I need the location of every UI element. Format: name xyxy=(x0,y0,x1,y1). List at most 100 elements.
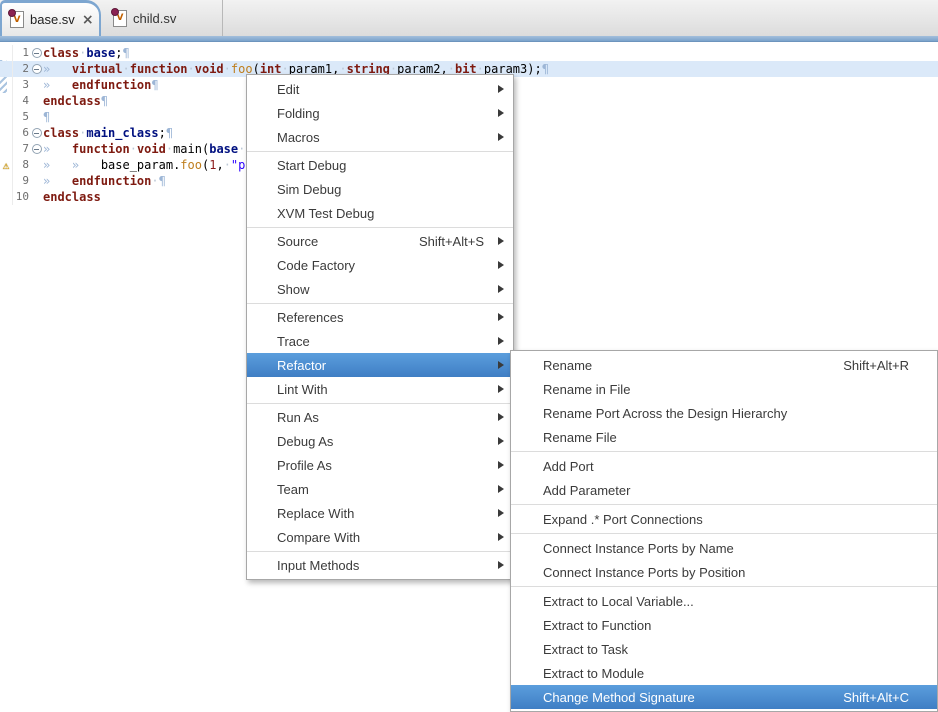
menu-item-label: Extract to Module xyxy=(543,666,644,681)
tab-base-sv[interactable]: V base.sv × xyxy=(0,0,101,36)
menu-item-label: Debug As xyxy=(277,434,333,449)
submenu-arrow-icon xyxy=(498,461,504,469)
menu-item-label: Extract to Function xyxy=(543,618,651,633)
submenu-arrow-icon xyxy=(498,237,504,245)
menu-item-compare-with[interactable]: Compare With xyxy=(247,525,513,549)
close-icon[interactable]: × xyxy=(82,13,94,27)
submenu-item-extract-to-function[interactable]: Extract to Function xyxy=(511,613,937,637)
submenu-item-extract-to-module[interactable]: Extract to Module xyxy=(511,661,937,685)
submenu-arrow-icon xyxy=(498,561,504,569)
menu-item-edit[interactable]: Edit xyxy=(247,77,513,101)
menu-item-show[interactable]: Show xyxy=(247,277,513,301)
systemverilog-file-icon: V xyxy=(10,11,24,28)
fold-gutter xyxy=(30,173,43,189)
line-number: 2 xyxy=(13,61,30,77)
menu-item-replace-with[interactable]: Replace With xyxy=(247,501,513,525)
menu-separator xyxy=(247,403,513,404)
menu-item-refactor[interactable]: Refactor xyxy=(247,353,513,377)
submenu-item-add-port[interactable]: Add Port xyxy=(511,454,937,478)
submenu-arrow-icon xyxy=(498,133,504,141)
fold-gutter xyxy=(30,157,43,173)
submenu-arrow-icon xyxy=(498,313,504,321)
annotation-gutter xyxy=(0,125,13,141)
menu-item-trace[interactable]: Trace xyxy=(247,329,513,353)
annotation-gutter xyxy=(0,45,13,61)
submenu-item-connect-instance-ports-by-position[interactable]: Connect Instance Ports by Position xyxy=(511,560,937,584)
submenu-item-rename-file[interactable]: Rename File xyxy=(511,425,937,449)
menu-item-sim-debug[interactable]: Sim Debug xyxy=(247,177,513,201)
line-number: 6 xyxy=(13,125,30,141)
fold-collapse-icon[interactable] xyxy=(30,45,43,61)
submenu-arrow-icon xyxy=(498,285,504,293)
annotation-gutter xyxy=(0,189,13,205)
menu-item-debug-as[interactable]: Debug As xyxy=(247,429,513,453)
menu-item-label: Rename Port Across the Design Hierarchy xyxy=(543,406,787,421)
menu-item-start-debug[interactable]: Start Debug xyxy=(247,153,513,177)
menu-item-xvm-test-debug[interactable]: XVM Test Debug xyxy=(247,201,513,225)
menu-item-team[interactable]: Team xyxy=(247,477,513,501)
fold-collapse-icon[interactable] xyxy=(30,141,43,157)
menu-item-label: Rename xyxy=(543,358,592,373)
menu-item-lint-with[interactable]: Lint With xyxy=(247,377,513,401)
code-text: class·base;¶ xyxy=(43,45,938,61)
menu-item-label: References xyxy=(277,310,343,325)
line-number: 9 xyxy=(13,173,30,189)
submenu-arrow-icon xyxy=(498,533,504,541)
submenu-item-rename-in-file[interactable]: Rename in File xyxy=(511,377,937,401)
menu-item-label: XVM Test Debug xyxy=(277,206,374,221)
menu-item-references[interactable]: References xyxy=(247,305,513,329)
menu-item-label: Code Factory xyxy=(277,258,355,273)
refactor-submenu: Rename Shift+Alt+R Rename in File Rename Po… xyxy=(510,350,938,712)
systemverilog-file-icon: V xyxy=(113,10,127,27)
line-number: 5 xyxy=(13,109,30,125)
menu-separator xyxy=(247,151,513,152)
menu-item-profile-as[interactable]: Profile As xyxy=(247,453,513,477)
menu-item-folding[interactable]: Folding xyxy=(247,101,513,125)
tab-label: child.sv xyxy=(133,11,176,26)
submenu-item-rename-port-across-the-design-hierarchy[interactable]: Rename Port Across the Design Hierarchy xyxy=(511,401,937,425)
submenu-item-extract-to-task[interactable]: Extract to Task xyxy=(511,637,937,661)
annotation-gutter xyxy=(0,77,13,93)
fold-gutter xyxy=(30,93,43,109)
code-line: 1 class·base;¶ xyxy=(0,45,938,61)
submenu-arrow-icon xyxy=(498,109,504,117)
line-number: 7 xyxy=(13,141,30,157)
submenu-arrow-icon xyxy=(498,437,504,445)
fold-collapse-icon[interactable] xyxy=(30,61,43,77)
menu-item-source[interactable]: SourceShift+Alt+S xyxy=(247,229,513,253)
submenu-item-expand-port-connections[interactable]: Expand .* Port Connections xyxy=(511,507,937,531)
fold-collapse-icon[interactable] xyxy=(30,125,43,141)
menu-item-label: Show xyxy=(277,282,310,297)
menu-item-label: Refactor xyxy=(277,358,326,373)
menu-item-macros[interactable]: Macros xyxy=(247,125,513,149)
submenu-arrow-icon xyxy=(498,509,504,517)
menu-item-shortcut: Shift+Alt+R xyxy=(843,358,909,373)
submenu-item-rename[interactable]: Rename Shift+Alt+R xyxy=(511,353,937,377)
menu-item-label: Replace With xyxy=(277,506,354,521)
menu-separator xyxy=(247,227,513,228)
submenu-item-extract-to-local-variable[interactable]: Extract to Local Variable... xyxy=(511,589,937,613)
annotation-gutter xyxy=(0,109,13,125)
line-number: 1 xyxy=(13,45,30,61)
menu-item-code-factory[interactable]: Code Factory xyxy=(247,253,513,277)
fold-gutter xyxy=(30,109,43,125)
submenu-arrow-icon xyxy=(498,85,504,93)
submenu-arrow-icon xyxy=(498,261,504,269)
menu-separator xyxy=(247,551,513,552)
menu-item-shortcut: Shift+Alt+C xyxy=(843,690,909,705)
submenu-item-change-method-signature[interactable]: Change Method SignatureShift+Alt+C xyxy=(511,685,937,709)
menu-separator xyxy=(511,504,937,505)
menu-item-label: Macros xyxy=(277,130,320,145)
menu-item-label: Trace xyxy=(277,334,310,349)
menu-item-run-as[interactable]: Run As xyxy=(247,405,513,429)
line-number: 10 xyxy=(13,189,30,205)
line-number: 8 xyxy=(13,157,30,173)
warning-icon[interactable]: ⚠ xyxy=(0,157,13,173)
menu-item-label: Lint With xyxy=(277,382,328,397)
submenu-item-add-parameter[interactable]: Add Parameter xyxy=(511,478,937,502)
menu-item-input-methods[interactable]: Input Methods xyxy=(247,553,513,577)
submenu-item-connect-instance-ports-by-name[interactable]: Connect Instance Ports by Name xyxy=(511,536,937,560)
tab-child-sv[interactable]: V child.sv xyxy=(103,0,223,36)
menu-item-shortcut: Shift+Alt+S xyxy=(419,234,484,249)
menu-item-label: Profile As xyxy=(277,458,332,473)
